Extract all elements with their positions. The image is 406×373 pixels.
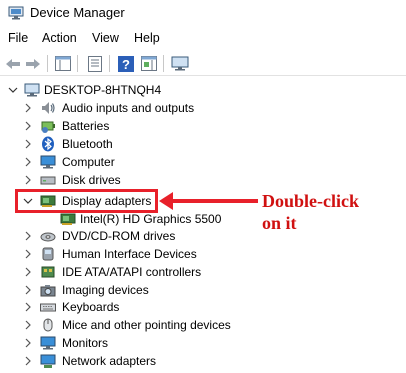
tree-item-label: Monitors <box>62 336 109 350</box>
monitor-icon <box>171 56 189 70</box>
chevron-right-icon[interactable] <box>23 356 33 366</box>
chevron-right-icon[interactable] <box>23 103 33 113</box>
menu-file[interactable]: File <box>8 31 28 45</box>
annotation-line-1: Double-click <box>262 191 359 211</box>
back-button[interactable] <box>4 55 22 72</box>
tree-item-disk-drives[interactable]: Disk drives <box>0 171 406 189</box>
battery-icon <box>41 121 55 133</box>
tree-item-label: IDE ATA/ATAPI controllers <box>62 265 202 279</box>
computer-icon <box>40 155 56 169</box>
bluetooth-icon <box>42 136 54 152</box>
forward-button[interactable] <box>24 55 42 72</box>
toolbar-separator <box>77 55 78 72</box>
speaker-icon <box>42 102 55 114</box>
back-arrow-icon <box>6 58 20 69</box>
tree-item-hid[interactable]: Human Interface Devices <box>0 245 406 263</box>
chevron-right-icon[interactable] <box>23 139 33 149</box>
menu-action[interactable]: Action <box>42 31 77 45</box>
computer-icon <box>24 83 40 97</box>
menu-view[interactable]: View <box>92 31 119 45</box>
chevron-right-icon[interactable] <box>23 285 33 295</box>
chevron-right-icon[interactable] <box>23 175 33 185</box>
chevron-right-icon[interactable] <box>23 320 33 330</box>
chevron-right-icon[interactable] <box>23 231 33 241</box>
tree-item-label: Imaging devices <box>62 283 149 297</box>
tree-item-label: Mice and other pointing devices <box>62 318 231 332</box>
disk-drive-icon <box>40 176 56 185</box>
chevron-right-icon[interactable] <box>23 302 33 312</box>
display-adapter-icon <box>60 213 76 225</box>
tree-item-label: Batteries <box>62 119 110 133</box>
dvd-icon <box>40 232 56 242</box>
monitor-icon <box>40 336 56 350</box>
tree-item-computer[interactable]: Computer <box>0 153 406 171</box>
title-bar: Device Manager <box>0 0 406 26</box>
toolbar: ? <box>0 51 406 76</box>
highlight-box <box>15 189 158 213</box>
toolbar-separator <box>163 55 164 72</box>
keyboard-icon <box>40 303 56 312</box>
tree-item-batteries[interactable]: Batteries <box>0 117 406 135</box>
tree-item-imaging[interactable]: Imaging devices <box>0 281 406 299</box>
menu-bar: File Action View Help <box>0 28 406 50</box>
tree-item-label: DVD/CD-ROM drives <box>62 229 176 243</box>
annotation-text: Double-click on it <box>262 190 359 234</box>
annotation-line-2: on it <box>262 213 297 233</box>
properties-icon <box>88 55 102 72</box>
toolbar-separator <box>109 55 110 72</box>
show-hide-console-tree-button[interactable] <box>54 55 72 72</box>
tree-item-label: Human Interface Devices <box>62 247 197 261</box>
network-adapter-icon <box>40 354 56 368</box>
tree-root[interactable]: DESKTOP-8HTNQH4 <box>0 81 406 99</box>
tree-item-ide[interactable]: IDE ATA/ATAPI controllers <box>0 263 406 281</box>
tree-item-label: Disk drives <box>62 173 121 187</box>
properties-button[interactable] <box>86 55 104 72</box>
tree-item-audio[interactable]: Audio inputs and outputs <box>0 99 406 117</box>
ide-controller-icon <box>41 266 55 278</box>
chevron-right-icon[interactable] <box>23 249 33 259</box>
mouse-icon <box>43 318 53 332</box>
action-pane-icon <box>141 56 157 71</box>
chevron-right-icon[interactable] <box>23 338 33 348</box>
device-manager-icon <box>8 6 24 20</box>
chevron-right-icon[interactable] <box>23 121 33 131</box>
tree-item-mice[interactable]: Mice and other pointing devices <box>0 316 406 334</box>
tree-item-label: Keyboards <box>62 300 120 314</box>
tree-item-bluetooth[interactable]: Bluetooth <box>0 135 406 153</box>
tree-item-network[interactable]: Network adapters <box>0 352 406 370</box>
chevron-right-icon[interactable] <box>23 267 33 277</box>
toolbar-separator <box>47 55 48 72</box>
tree-item-label: Audio inputs and outputs <box>62 101 195 115</box>
tree-item-label: Bluetooth <box>62 137 113 151</box>
show-hide-console-tree-icon <box>55 56 71 71</box>
tree-item-label: Computer <box>62 155 115 169</box>
action-pane-button[interactable] <box>140 55 158 72</box>
camera-icon <box>40 285 56 297</box>
red-arrow-icon <box>159 192 258 210</box>
tree-item-label: Network adapters <box>62 354 157 368</box>
help-button[interactable]: ? <box>117 55 135 72</box>
tree-item-monitors[interactable]: Monitors <box>0 334 406 352</box>
hid-icon <box>42 247 54 261</box>
window-title: Device Manager <box>30 5 125 20</box>
chevron-down-icon[interactable] <box>8 85 18 95</box>
chevron-right-icon[interactable] <box>23 157 33 167</box>
tree-root-label: DESKTOP-8HTNQH4 <box>44 83 162 97</box>
menu-help[interactable]: Help <box>134 31 160 45</box>
svg-text:?: ? <box>122 57 130 72</box>
help-icon: ? <box>118 55 134 72</box>
tree-item-keyboards[interactable]: Keyboards <box>0 298 406 316</box>
forward-arrow-icon <box>26 58 40 69</box>
scan-hardware-button[interactable] <box>171 55 189 72</box>
